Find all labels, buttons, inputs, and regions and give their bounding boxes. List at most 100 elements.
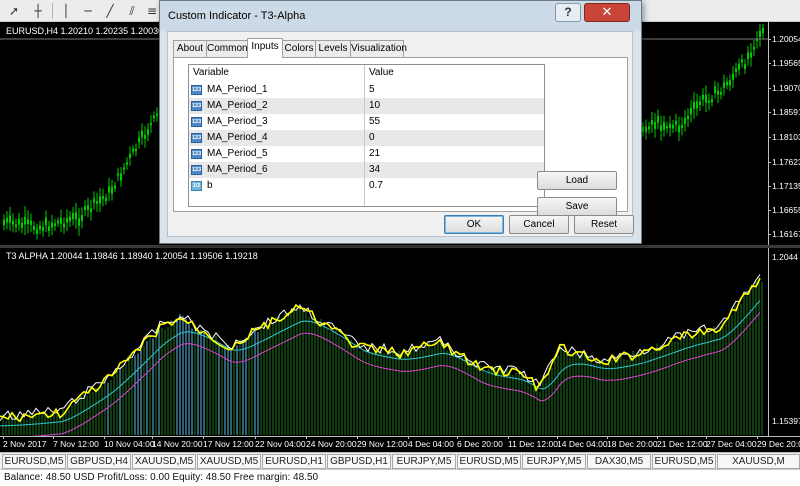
- input-value[interactable]: 21: [369, 146, 380, 162]
- chart-tab[interactable]: GBPUSD,H1: [327, 454, 391, 469]
- vertical-line-icon[interactable]: │: [56, 2, 76, 20]
- tab-about[interactable]: About: [173, 40, 207, 57]
- tab-inputs[interactable]: Inputs: [247, 38, 283, 58]
- candle-body: [120, 173, 122, 181]
- input-variable-name: MA_Period_5: [207, 148, 268, 159]
- time-tick-mark: [557, 436, 558, 439]
- candle-body: [3, 219, 5, 226]
- time-tick-mark: [508, 436, 509, 439]
- close-button[interactable]: ✕: [584, 3, 630, 22]
- time-tick-label: 14 Nov 20:00: [152, 439, 203, 449]
- chart-tab[interactable]: XAUUSD,M5: [197, 454, 261, 469]
- candle-body: [654, 122, 656, 129]
- indicator-axis-border: [768, 248, 769, 436]
- equidistant-channel-icon[interactable]: ⫽: [122, 2, 142, 20]
- time-tick-label: 27 Dec 04:00: [706, 439, 757, 449]
- input-row[interactable]: 123 MA_Period_3 55: [189, 114, 544, 130]
- time-tick-mark: [357, 436, 358, 439]
- candle-body: [117, 173, 119, 176]
- input-value[interactable]: 10: [369, 98, 380, 114]
- chart-tab[interactable]: XAUUSD,M: [717, 454, 800, 469]
- double-type-icon: 1/2: [191, 181, 202, 191]
- dialog-title: Custom Indicator - T3-Alpha: [168, 10, 306, 22]
- input-row[interactable]: 123 MA_Period_4 0: [189, 130, 544, 146]
- input-row[interactable]: 1/2 b 0.7: [189, 178, 544, 194]
- time-axis[interactable]: 2 Nov 2017 7 Nov 12:00 10 Nov 04:00 14 Nov …: [0, 436, 800, 452]
- column-header-value[interactable]: Value: [369, 65, 539, 81]
- candle-body: [663, 122, 665, 130]
- status-bar: Balance: 48.50 USD Profit/Loss: 0.00 Equ…: [0, 469, 800, 486]
- indicator-tick-top: 1.2044: [772, 252, 798, 262]
- time-tick-label: 29 Dec 20:00: [757, 439, 800, 449]
- input-row[interactable]: 123 MA_Period_6 34: [189, 162, 544, 178]
- reset-button[interactable]: Reset: [574, 215, 634, 234]
- terminal-window: ➚ ┼ │ ─ ╱ ⫽ ≡ EURUSD,H4 1.20210 1.20235 …: [0, 0, 800, 486]
- input-value[interactable]: 0.7: [369, 178, 383, 194]
- input-value[interactable]: 55: [369, 114, 380, 130]
- chart-tab[interactable]: EURUSD,M5: [652, 454, 716, 469]
- chart-tab[interactable]: GBPUSD,H4: [67, 454, 131, 469]
- horizontal-line-icon[interactable]: ─: [78, 2, 98, 20]
- cursor-arrow-icon[interactable]: ➚: [4, 2, 24, 20]
- candle-body: [18, 218, 20, 225]
- time-tick-mark: [152, 436, 153, 439]
- tab-colors[interactable]: Colors: [282, 40, 316, 57]
- dialog-titlebar[interactable]: Custom Indicator - T3-Alpha ? ✕: [160, 1, 641, 31]
- input-variable-name: b: [207, 180, 213, 191]
- trendline-icon[interactable]: ╱: [100, 2, 120, 20]
- price-tick-mark: [768, 39, 771, 40]
- candle-body: [153, 115, 155, 119]
- candle-body: [54, 223, 56, 227]
- integer-type-icon: 123: [191, 85, 202, 95]
- indicator-tick-bottom: 1.15397: [772, 416, 800, 426]
- time-tick-label: 7 Nov 12:00: [53, 439, 99, 449]
- price-tick-label: 1.16167: [772, 229, 800, 239]
- chart-tab[interactable]: XAUUSD,M5: [132, 454, 196, 469]
- chart-tab[interactable]: EURJPY,M5: [522, 454, 586, 469]
- candle-body: [66, 217, 68, 223]
- candle-body: [723, 82, 725, 88]
- ok-button[interactable]: OK: [444, 215, 504, 234]
- indicator-pane[interactable]: T3 ALPHA 1.20044 1.19846 1.18940 1.20054…: [0, 248, 800, 436]
- crosshair-icon[interactable]: ┼: [28, 2, 48, 20]
- price-tick-mark: [768, 112, 771, 113]
- time-tick-mark: [306, 436, 307, 439]
- candle-body: [135, 148, 137, 152]
- candle-body: [762, 27, 764, 34]
- load-button[interactable]: Load: [537, 171, 617, 190]
- candle-body: [81, 214, 83, 221]
- chart-tab[interactable]: EURUSD,M5: [2, 454, 66, 469]
- chart-tab[interactable]: EURUSD,H1: [262, 454, 326, 469]
- column-header-variable[interactable]: Variable: [193, 65, 363, 81]
- chart-tab[interactable]: DAX30,M5: [587, 454, 651, 469]
- time-axis-border: [0, 436, 800, 437]
- candle-body: [102, 196, 104, 199]
- candle-body: [690, 108, 692, 115]
- candle-body: [744, 64, 746, 69]
- input-value[interactable]: 0: [369, 130, 375, 146]
- help-button[interactable]: ?: [555, 3, 581, 22]
- cancel-button[interactable]: Cancel: [509, 215, 569, 234]
- input-row[interactable]: 123 MA_Period_5 21: [189, 146, 544, 162]
- inputs-grid[interactable]: Variable Value 123 MA_Period_1 5 123 MA_Peri…: [188, 64, 545, 207]
- price-tick-mark: [768, 63, 771, 64]
- candle-body: [132, 148, 134, 152]
- input-row[interactable]: 123 MA_Period_2 10: [189, 98, 544, 114]
- input-value[interactable]: 34: [369, 162, 380, 178]
- candle-body: [657, 116, 659, 123]
- price-tick-mark: [768, 162, 771, 163]
- chart-tab[interactable]: EURJPY,M5: [392, 454, 456, 469]
- tab-visualization[interactable]: Visualization: [350, 40, 407, 57]
- tab-common[interactable]: Common: [206, 40, 248, 57]
- time-tick-mark: [3, 436, 4, 439]
- candle-body: [45, 217, 47, 226]
- input-value[interactable]: 5: [369, 82, 375, 98]
- tab-levels[interactable]: Levels: [315, 40, 351, 57]
- candle-body: [75, 212, 77, 220]
- candle-body: [729, 80, 731, 86]
- input-row[interactable]: 123 MA_Period_1 5: [189, 82, 544, 98]
- chart-tab[interactable]: EURUSD,M5: [457, 454, 521, 469]
- candle-body: [741, 59, 743, 63]
- save-button[interactable]: Save: [537, 197, 617, 216]
- price-tick-label: 1.16655: [772, 205, 800, 215]
